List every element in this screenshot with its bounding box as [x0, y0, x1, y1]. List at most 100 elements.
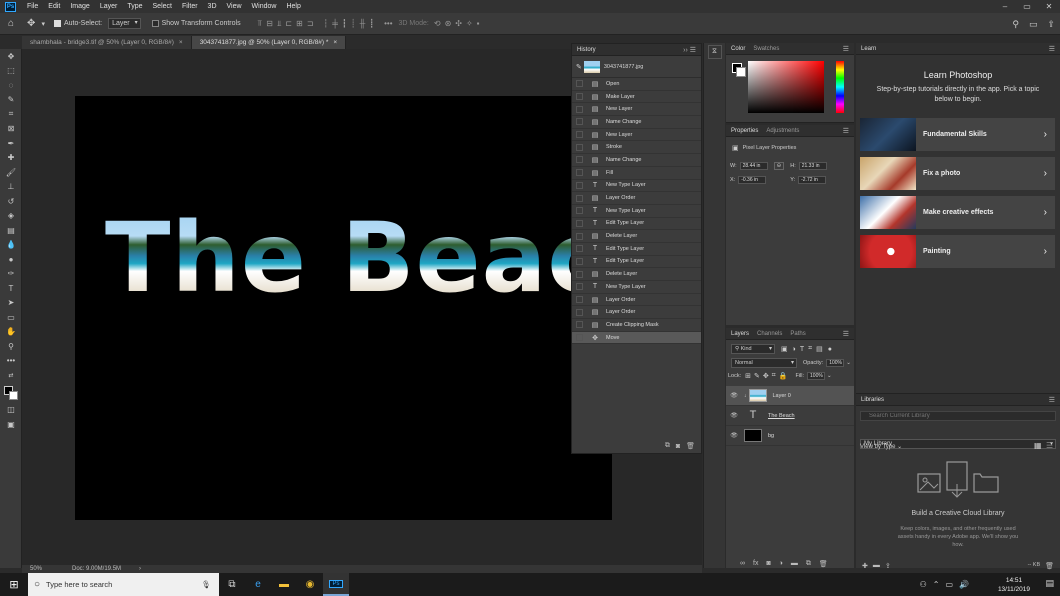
frame-tool-icon[interactable]: ⊠ — [0, 122, 22, 137]
auto-select-checkbox[interactable]: Auto-Select: — [53, 20, 102, 27]
history-brush-source-box[interactable] — [576, 334, 583, 342]
3d-scale-icon[interactable]: ▪ — [477, 19, 480, 28]
history-brush-source-box[interactable] — [576, 245, 583, 253]
history-brush-source-box[interactable] — [576, 296, 583, 304]
tab-layers[interactable]: Layers — [731, 331, 749, 337]
crop-tool-icon[interactable]: ⌗ — [0, 107, 22, 122]
tab-channels[interactable]: Channels — [757, 331, 782, 337]
history-item[interactable]: ▤ Layer Order — [572, 294, 701, 307]
3d-pan-icon[interactable]: ✣ — [455, 19, 462, 28]
learn-card-fundamental-skills[interactable]: Fundamental Skills › — [860, 118, 1055, 151]
history-brush-source-box[interactable] — [576, 80, 583, 88]
swap-colors-icon[interactable]: ⇄ — [0, 368, 22, 383]
fx-icon[interactable]: fx — [753, 560, 758, 568]
panel-menu-icon[interactable]: ☰ — [1049, 45, 1055, 53]
history-tab[interactable]: History — [577, 47, 596, 53]
history-item[interactable]: T New Type Layer — [572, 205, 701, 218]
move-tool-icon[interactable]: ✥ — [0, 49, 22, 64]
history-item[interactable]: ▤ Stroke — [572, 141, 701, 155]
history-brush-source-box[interactable] — [576, 308, 583, 316]
panel-menu-icon[interactable]: ☰ — [843, 330, 849, 338]
history-item[interactable]: ▤ Name Change — [572, 116, 701, 129]
align-vcenter-icon[interactable]: ⊟ — [266, 19, 273, 28]
lasso-tool-icon[interactable]: ◌ — [0, 78, 22, 93]
distribute-vcenter-icon[interactable]: ╪ — [332, 19, 338, 28]
opacity-chevron-icon[interactable]: ⌄ — [846, 360, 851, 366]
3d-roll-icon[interactable]: ⊛ — [445, 19, 452, 28]
history-brush-source-box[interactable] — [576, 118, 583, 126]
filter-toggle-icon[interactable]: ● — [828, 346, 832, 353]
status-menu-icon[interactable]: › — [139, 566, 141, 572]
fill-field[interactable]: 100% — [807, 372, 826, 380]
tab-paths[interactable]: Paths — [790, 331, 805, 337]
history-brush-source-box[interactable] — [576, 194, 583, 202]
screen-mode-icon[interactable]: ▣ — [0, 417, 22, 432]
tab-close-icon[interactable]: × — [179, 39, 183, 46]
file-explorer-icon[interactable]: ▬ — [271, 573, 297, 596]
maximize-icon[interactable]: ▭ — [1016, 0, 1038, 13]
history-brush-source-box[interactable] — [576, 270, 583, 278]
show-hidden-icons-icon[interactable]: ⌃ — [933, 580, 940, 589]
type-tool-icon[interactable]: T — [0, 281, 22, 296]
learn-card-fix-a-photo[interactable]: Fix a photo › — [860, 157, 1055, 190]
lock-image-icon[interactable]: ✎ — [754, 372, 760, 380]
tab-swatches[interactable]: Swatches — [753, 46, 779, 52]
history-panel-icon[interactable]: ⧖ — [707, 45, 722, 59]
brush-tool-icon[interactable]: 🖌 — [0, 165, 22, 180]
workspace-icon[interactable]: ▭ — [1029, 19, 1038, 30]
3d-slide-icon[interactable]: ✧ — [466, 19, 473, 28]
quick-select-tool-icon[interactable]: ✎ — [0, 93, 22, 108]
history-item[interactable]: ▤ Delete Layer — [572, 230, 701, 243]
snapshot-camera-icon[interactable]: ◙ — [676, 443, 680, 450]
history-brush-source-box[interactable] — [576, 257, 583, 265]
distribute-left-icon[interactable]: ┊ — [351, 19, 356, 28]
taskbar-search-box[interactable]: ○ Type here to search 🎙 — [28, 573, 219, 596]
align-left-icon[interactable]: ⊏ — [285, 19, 292, 28]
history-item[interactable]: T Edit Type Layer — [572, 256, 701, 269]
menu-type[interactable]: Type — [122, 0, 147, 13]
group-folder-icon[interactable]: ▬ — [791, 560, 798, 568]
quick-mask-icon[interactable]: ◫ — [0, 403, 22, 418]
history-brush-source-box[interactable] — [576, 131, 583, 139]
width-field[interactable]: 28.44 in — [739, 162, 768, 170]
distribute-top-icon[interactable]: ┆ — [323, 19, 328, 28]
tab-document-2[interactable]: 3043741877.jpg @ 50% (Layer 0, RGB/8#) *… — [191, 36, 347, 49]
layer-name[interactable]: bg — [768, 433, 774, 439]
history-item[interactable]: T New Type Layer — [572, 281, 701, 294]
visibility-eye-icon[interactable]: 👁 — [728, 392, 740, 399]
history-snapshot[interactable]: ✎ 3043741877.jpg — [572, 56, 701, 78]
lock-all-icon[interactable]: 🔒 — [779, 372, 788, 380]
minimize-icon[interactable]: – — [994, 0, 1016, 13]
photoshop-taskbar-icon[interactable]: Ps — [323, 573, 349, 596]
panel-collapse-icon[interactable]: ›› ☰ — [683, 46, 696, 54]
history-brush-source-box[interactable] — [576, 93, 583, 101]
history-item[interactable]: ▤ Make Layer — [572, 91, 701, 104]
library-folder-icon[interactable]: ▬ — [873, 562, 880, 570]
tab-libraries[interactable]: Libraries — [861, 397, 884, 403]
task-view-icon[interactable]: ⧉ — [219, 573, 245, 596]
menu-help[interactable]: Help — [281, 0, 305, 13]
saturation-picker[interactable] — [748, 61, 824, 113]
filter-pixel-icon[interactable]: ▣ — [781, 345, 788, 353]
visibility-eye-icon[interactable]: 👁 — [728, 432, 740, 439]
layer-row[interactable]: 👁 bg — [726, 426, 854, 446]
history-item[interactable]: ▤ Name Change — [572, 154, 701, 167]
notifications-icon[interactable]: ▤ — [1045, 578, 1054, 589]
hue-slider[interactable] — [836, 61, 844, 113]
color-swatches-icon[interactable] — [0, 383, 22, 403]
history-brush-source-box[interactable] — [576, 143, 583, 151]
history-brush-source-box[interactable] — [576, 219, 583, 227]
3d-orbit-icon[interactable]: ⟲ — [434, 19, 441, 28]
history-item[interactable]: T New Type Layer — [572, 180, 701, 193]
menu-image[interactable]: Image — [65, 0, 94, 13]
menu-select[interactable]: Select — [148, 0, 177, 13]
history-item[interactable]: ▤ New Layer — [572, 103, 701, 117]
filter-smart-icon[interactable]: ▤ — [816, 345, 823, 353]
gradient-tool-icon[interactable]: ▤ — [0, 223, 22, 238]
history-brush-source-box[interactable] — [576, 105, 583, 113]
align-right-icon[interactable]: ⊐ — [307, 19, 314, 28]
learn-card-painting[interactable]: Painting › — [860, 235, 1055, 268]
filter-shape-icon[interactable]: ⌗ — [808, 345, 812, 353]
blur-tool-icon[interactable]: 💧 — [0, 238, 22, 253]
fill-chevron-icon[interactable]: ⌄ — [827, 373, 832, 379]
